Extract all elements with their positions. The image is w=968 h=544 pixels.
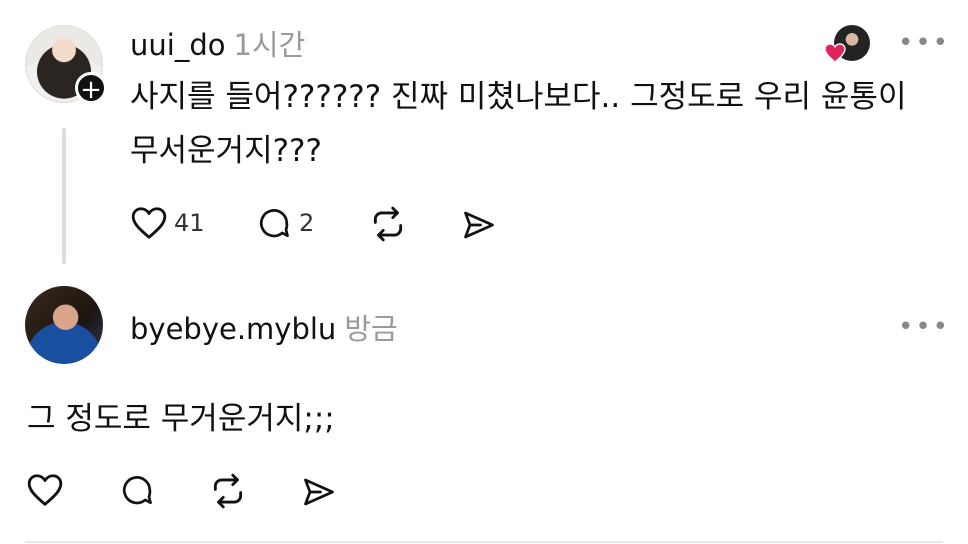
share-icon [304,478,334,506]
liked-heart-icon [824,43,846,63]
post1-text-line2: 무서운거지??? [130,133,322,169]
post1-header: uui_do 1시간 [130,22,305,64]
avatar-byebye-myblu[interactable] [25,286,103,364]
divider [25,541,943,543]
share-icon [464,211,494,239]
reply-button[interactable] [118,472,156,508]
timestamp: 1시간 [233,28,306,62]
thread-line [62,128,66,264]
post2-text: 그 정도로 무거운거지;;; [27,401,335,437]
share-button[interactable] [300,474,338,510]
timestamp: 방금 [344,312,398,346]
post2-header: byebye.myblu 방금 [130,306,398,348]
like-button[interactable] [26,472,64,508]
post1-text-line1: 사지를 들어?????? 진짜 미쳤나보다.. 그정도로 우리 윤통이 [130,79,907,115]
reply-button[interactable]: 2 [255,205,314,241]
reply-icon [259,209,289,238]
heart-icon [27,474,63,506]
reply-count: 2 [299,209,315,237]
repost-icon [373,206,403,242]
more-options-icon[interactable]: ••• [898,28,950,58]
repost-button[interactable] [369,205,407,243]
reply-icon [122,476,152,505]
more-options-icon[interactable]: ••• [898,312,950,342]
like-button[interactable]: 41 [130,205,205,241]
post1-text: 사지를 들어?????? 진짜 미쳤나보다.. 그정도로 우리 윤통이 무서운거… [130,70,930,178]
share-button[interactable] [460,207,498,243]
username[interactable]: byebye.myblu [130,312,336,346]
like-count: 41 [174,209,205,237]
heart-icon [131,207,167,239]
repost-button[interactable] [209,472,247,510]
repost-icon [213,473,243,509]
follow-plus-icon[interactable]: + [75,72,107,105]
username[interactable]: uui_do [130,28,225,62]
